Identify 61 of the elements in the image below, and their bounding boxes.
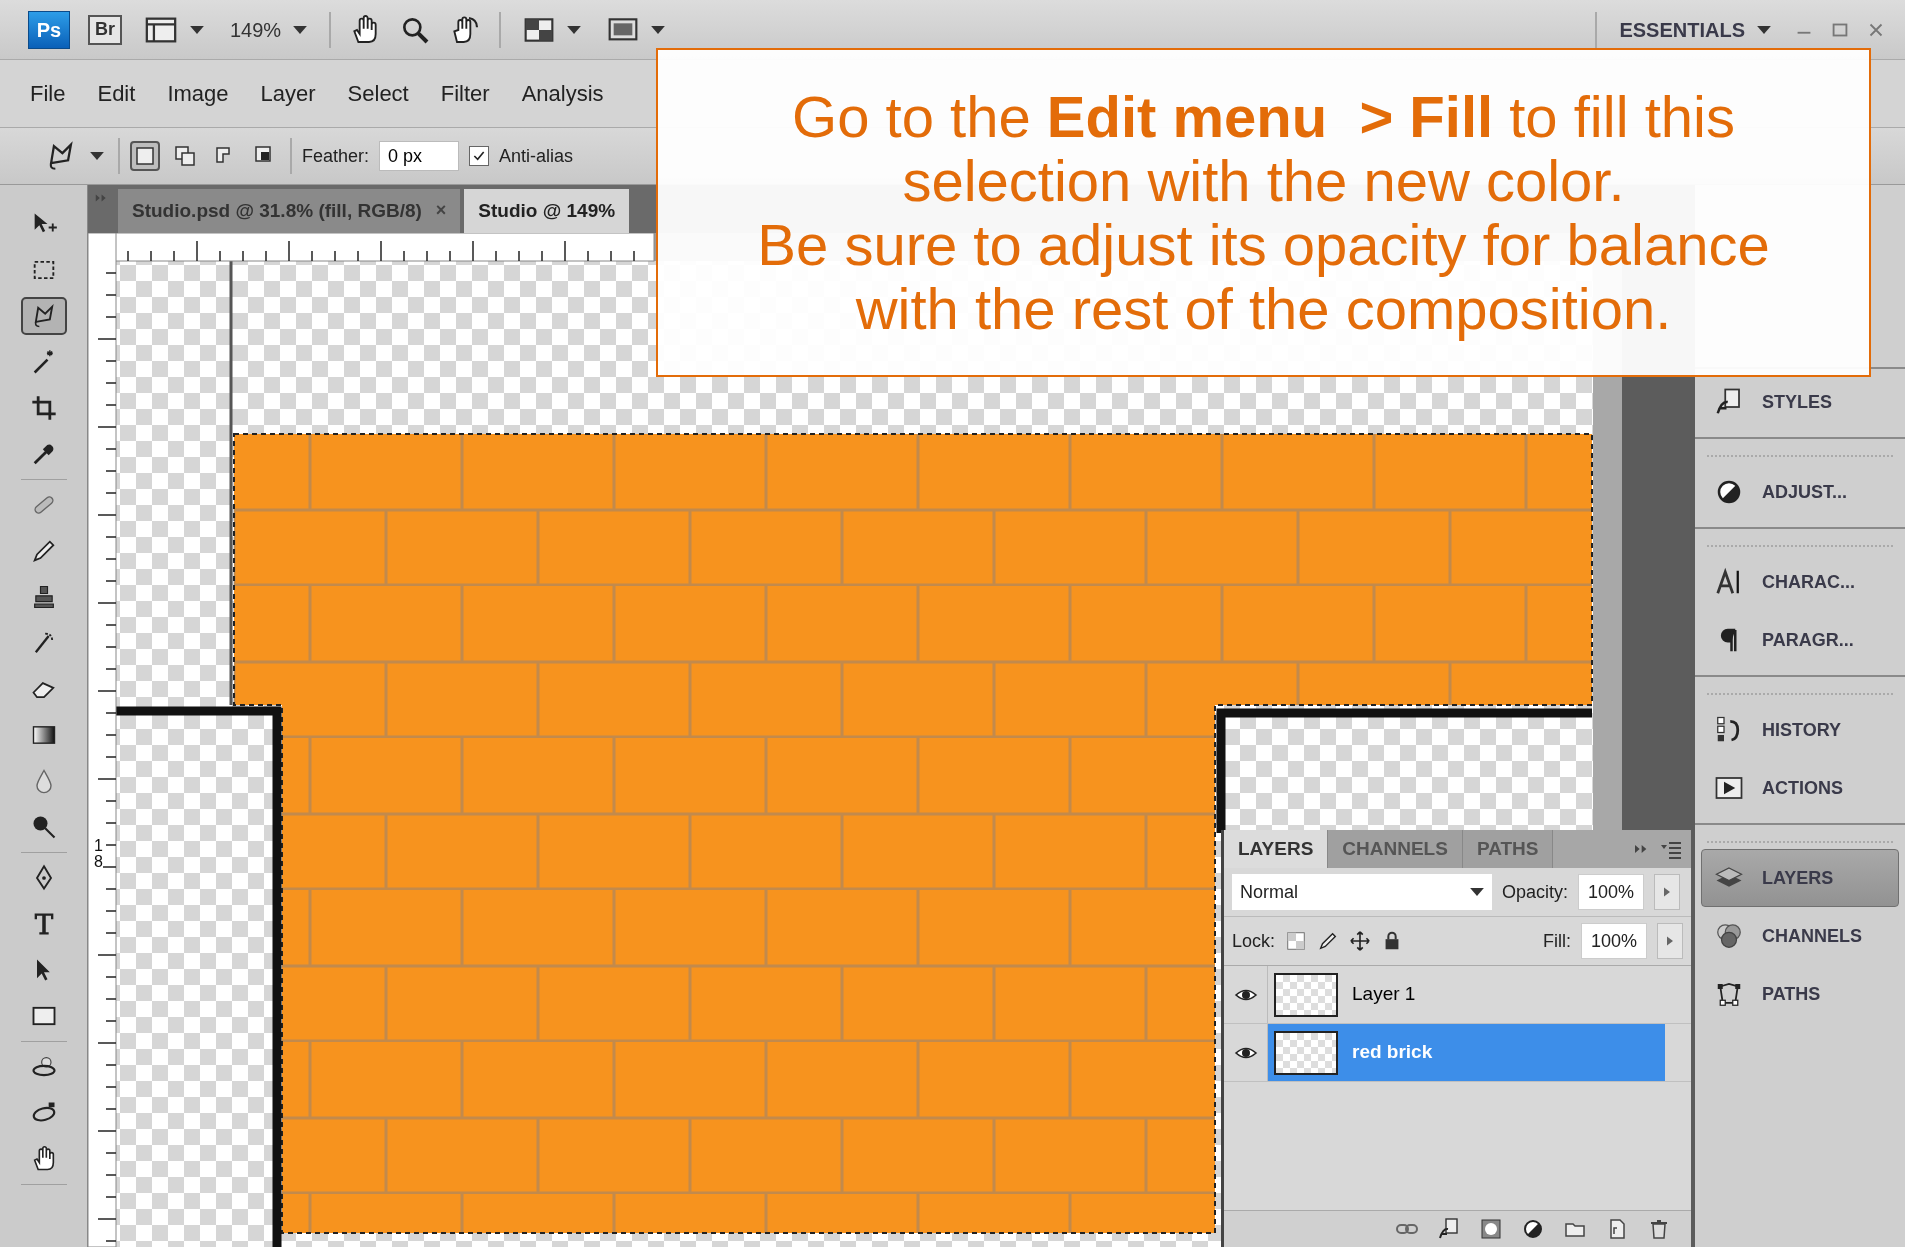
caret-icon — [190, 25, 204, 34]
checkered-square-icon[interactable] — [1285, 930, 1308, 952]
mask-icon[interactable] — [1479, 1217, 1503, 1241]
panel-button[interactable]: CHARAC... — [1701, 553, 1899, 611]
fill-field[interactable]: 100% — [1581, 923, 1647, 959]
menu-item[interactable]: Layer — [244, 73, 332, 114]
opacity-stepper[interactable] — [1654, 874, 1681, 910]
caret-icon — [90, 152, 104, 160]
zoom-level-dropdown[interactable]: 149% — [226, 14, 312, 45]
caret-icon — [293, 25, 308, 34]
overlapping-squares-icon — [173, 144, 197, 168]
fill-stepper[interactable] — [1657, 923, 1683, 959]
layer-thumbnail — [1274, 972, 1338, 1017]
arrow-right-icon — [1667, 936, 1673, 946]
anti-alias-label: Anti-alias — [499, 144, 574, 168]
circles-icon — [1714, 921, 1744, 951]
page-stroke-icon[interactable] — [1437, 1217, 1461, 1241]
menu-item[interactable]: Select — [331, 73, 425, 114]
workspace-dropdown[interactable]: ESSENTIALS — [1615, 14, 1775, 45]
panel-tab[interactable]: LAYERS — [1224, 830, 1329, 868]
feather-label: Feather: — [302, 144, 370, 168]
opacity-label: Opacity: — [1502, 880, 1569, 904]
caret-icon — [1470, 888, 1484, 896]
panel-button[interactable]: ADJUST... — [1701, 463, 1899, 521]
lock-label: Lock: — [1232, 929, 1276, 953]
caret-icon — [1757, 25, 1771, 34]
panel-button[interactable]: PATHS — [1701, 965, 1899, 1023]
menu-item[interactable]: File — [14, 73, 82, 114]
menu-item[interactable]: Analysis — [505, 73, 620, 114]
layer-row[interactable]: Layer 1 — [1268, 966, 1665, 1023]
menu-item[interactable]: Filter — [424, 73, 506, 114]
fill-label: Fill: — [1543, 929, 1571, 953]
caret-icon — [651, 25, 666, 34]
panel-button[interactable]: ACTIONS — [1701, 759, 1899, 817]
menu-item[interactable]: Edit — [81, 73, 152, 114]
opacity-field[interactable]: 100% — [1578, 874, 1645, 910]
document-tab[interactable]: Studio @ 149% — [464, 188, 630, 233]
half-circle-icon[interactable] — [1521, 1217, 1545, 1241]
ruler-label: 18 — [94, 838, 103, 870]
panel-button[interactable]: LAYERS — [1701, 849, 1899, 907]
app-logo: Ps — [28, 10, 70, 49]
bridge-button[interactable]: Br — [88, 14, 122, 45]
move-cross-icon[interactable] — [1349, 930, 1372, 952]
tool-button[interactable] — [20, 297, 67, 335]
rectangle-icon — [133, 144, 157, 168]
arrow-right-icon — [1664, 887, 1671, 897]
panel-button[interactable]: STYLES — [1701, 373, 1899, 431]
crop-icon — [29, 394, 58, 422]
callout-text: Be sure to adjust its opacity for balance with the rest of the composition. — [756, 212, 1771, 341]
anti-alias-checkbox[interactable] — [469, 146, 490, 166]
callout-text: Go to the Edit menu > Fill to fill this selection with the new color. — [791, 84, 1736, 213]
feather-field[interactable]: 0 px — [379, 141, 460, 171]
blend-mode-dropdown[interactable]: Normal — [1232, 874, 1492, 910]
menu-item[interactable]: Image — [151, 73, 245, 114]
document-tab[interactable]: Studio.psd @ 31.8% (fill, RGB/8) × — [118, 188, 461, 233]
panel-button[interactable]: HISTORY — [1701, 701, 1899, 759]
panel-button[interactable]: PARAGR... — [1701, 611, 1899, 669]
panel-button[interactable]: CHANNELS — [1701, 907, 1899, 965]
selection-mode-button[interactable] — [130, 141, 160, 171]
layer-thumbnail — [1274, 1030, 1338, 1075]
caret-icon — [567, 25, 582, 34]
